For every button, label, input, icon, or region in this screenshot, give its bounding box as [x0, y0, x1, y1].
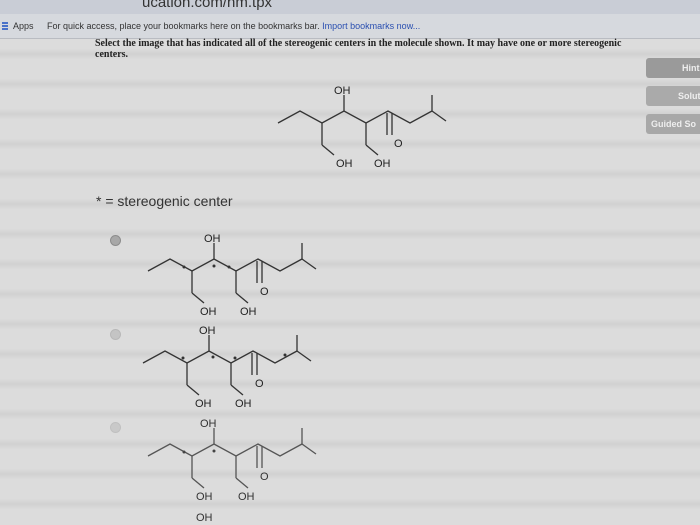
- oh-label: OH: [374, 158, 391, 170]
- option-2-radio[interactable]: [110, 329, 121, 340]
- hint-button[interactable]: Hint: [646, 58, 700, 78]
- oh-label: OH: [200, 306, 217, 318]
- stereocenter-legend: * = stereogenic center: [96, 193, 233, 209]
- bookmarks-hint: For quick access, place your bookmarks h…: [47, 21, 420, 31]
- oh-label: OH: [195, 398, 212, 410]
- stereocenter-marker: [227, 265, 231, 269]
- question-molecule: OH OH OH O: [277, 85, 447, 170]
- apps-grid-icon[interactable]: [2, 22, 8, 30]
- stereocenter-marker: [212, 264, 216, 268]
- stereocenter-marker: [211, 355, 215, 359]
- oh-label: OH: [240, 306, 257, 318]
- option-4-oh-label: OH: [196, 512, 213, 524]
- carbonyl-o-label: O: [255, 378, 264, 390]
- solution-button[interactable]: Solutio: [646, 86, 700, 106]
- oh-label: OH: [199, 325, 216, 337]
- stereocenter-marker: [283, 353, 287, 357]
- question-text: Select the image that has indicated all …: [95, 38, 622, 60]
- stereocenter-marker: [212, 449, 216, 453]
- oh-label: OH: [334, 85, 351, 97]
- option-2-molecule[interactable]: OH OH OH O: [135, 323, 315, 413]
- bookmarks-hint-text: For quick access, place your bookmarks h…: [47, 21, 320, 31]
- address-bar[interactable]: ucation.com/hm.tpx: [0, 0, 700, 14]
- stereocenter-marker: [181, 356, 185, 360]
- oh-label: OH: [196, 491, 213, 503]
- oh-label: OH: [238, 491, 255, 503]
- carbonyl-o-label: O: [260, 471, 269, 483]
- stereocenter-marker: [233, 356, 237, 360]
- oh-label: OH: [336, 158, 353, 170]
- option-3-radio[interactable]: [110, 422, 121, 433]
- apps-button[interactable]: Apps: [13, 21, 34, 31]
- carbonyl-o-label: O: [260, 286, 269, 298]
- oh-label: OH: [200, 418, 217, 430]
- oh-label: OH: [235, 398, 252, 410]
- url-text: ucation.com/hm.tpx: [142, 0, 273, 11]
- stereocenter-marker: [182, 450, 186, 454]
- import-bookmarks-link[interactable]: Import bookmarks now...: [322, 21, 420, 31]
- oh-label: OH: [204, 233, 221, 245]
- question-content: Select the image that has indicated all …: [0, 38, 700, 525]
- carbonyl-o-label: O: [394, 138, 403, 150]
- option-3-molecule[interactable]: OH OH OH O: [140, 416, 320, 506]
- option-1-molecule[interactable]: OH OH OH O: [140, 231, 320, 321]
- guided-solution-button[interactable]: Guided So: [646, 114, 700, 134]
- bookmarks-bar: Apps For quick access, place your bookma…: [0, 14, 700, 39]
- stereocenter-marker: [182, 265, 186, 269]
- option-1-radio[interactable]: [110, 235, 121, 246]
